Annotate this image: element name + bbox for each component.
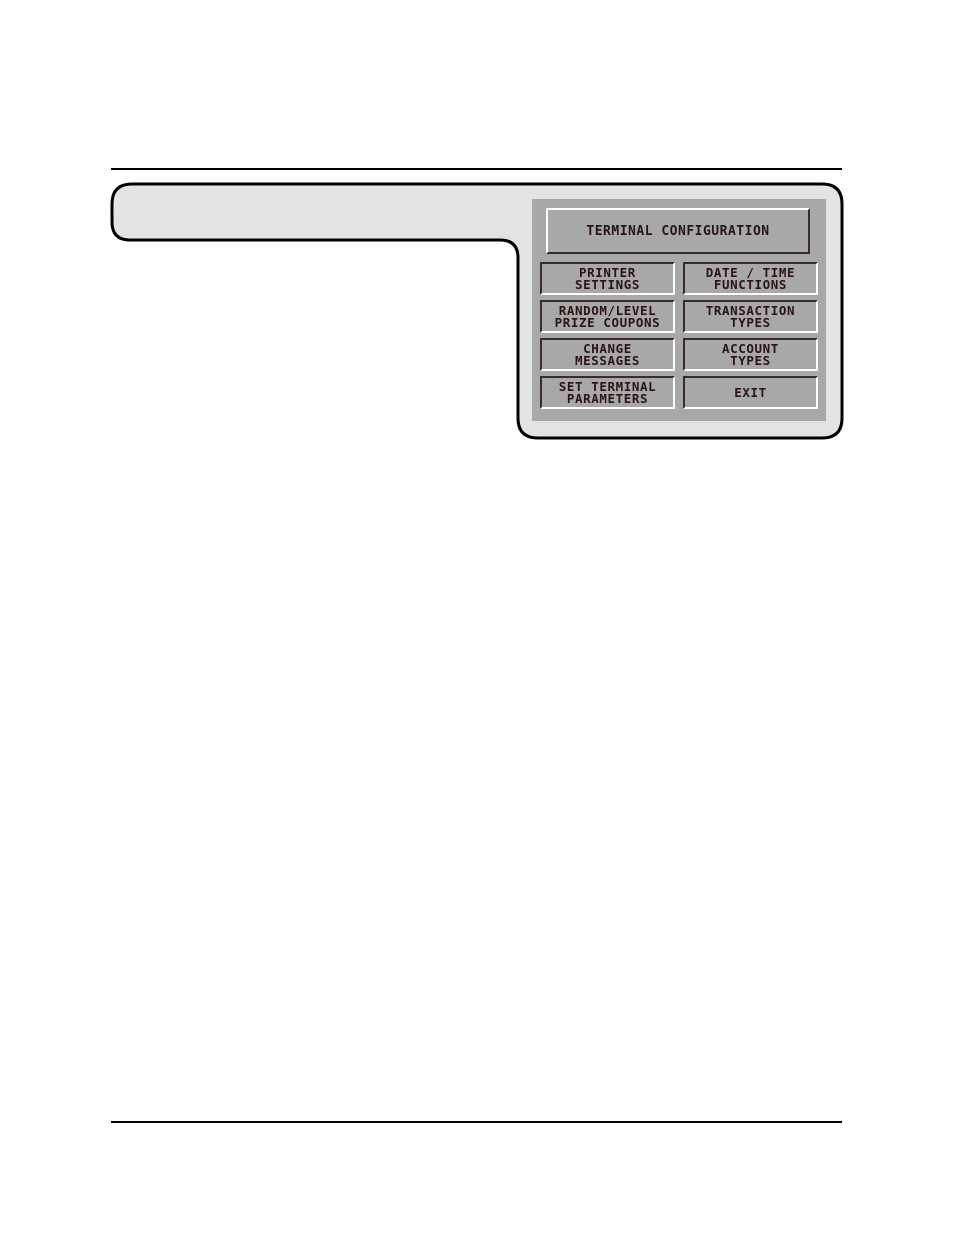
random-level-prize-coupons-button[interactable]: RANDOM/LEVEL PRIZE COUPONS (540, 300, 675, 333)
button-label-line2: MESSAGES (574, 352, 640, 368)
change-messages-button[interactable]: CHANGE MESSAGES (540, 338, 675, 371)
account-types-button[interactable]: ACCOUNT TYPES (683, 338, 818, 371)
screen-title-box: TERMINAL CONFIGURATION (546, 208, 810, 254)
set-terminal-parameters-button[interactable]: SET TERMINAL PARAMETERS (540, 376, 675, 409)
button-label: EXIT (734, 384, 767, 400)
button-label-line2: TYPES (730, 314, 771, 330)
button-label-line2: PARAMETERS (566, 390, 649, 406)
printer-settings-button[interactable]: PRINTER SETTINGS (540, 262, 675, 295)
transaction-types-button[interactable]: TRANSACTION TYPES (683, 300, 818, 333)
date-time-functions-button[interactable]: DATE / TIME FUNCTIONS (683, 262, 818, 295)
bottom-horizontal-rule (111, 1121, 842, 1123)
screen-title: TERMINAL CONFIGURATION (586, 223, 770, 239)
button-label-line2: FUNCTIONS (713, 276, 788, 292)
exit-button[interactable]: EXIT (683, 376, 818, 409)
button-label-line2: SETTINGS (574, 276, 640, 292)
button-label-line2: PRIZE COUPONS (554, 314, 661, 330)
button-label-line2: TYPES (730, 352, 771, 368)
